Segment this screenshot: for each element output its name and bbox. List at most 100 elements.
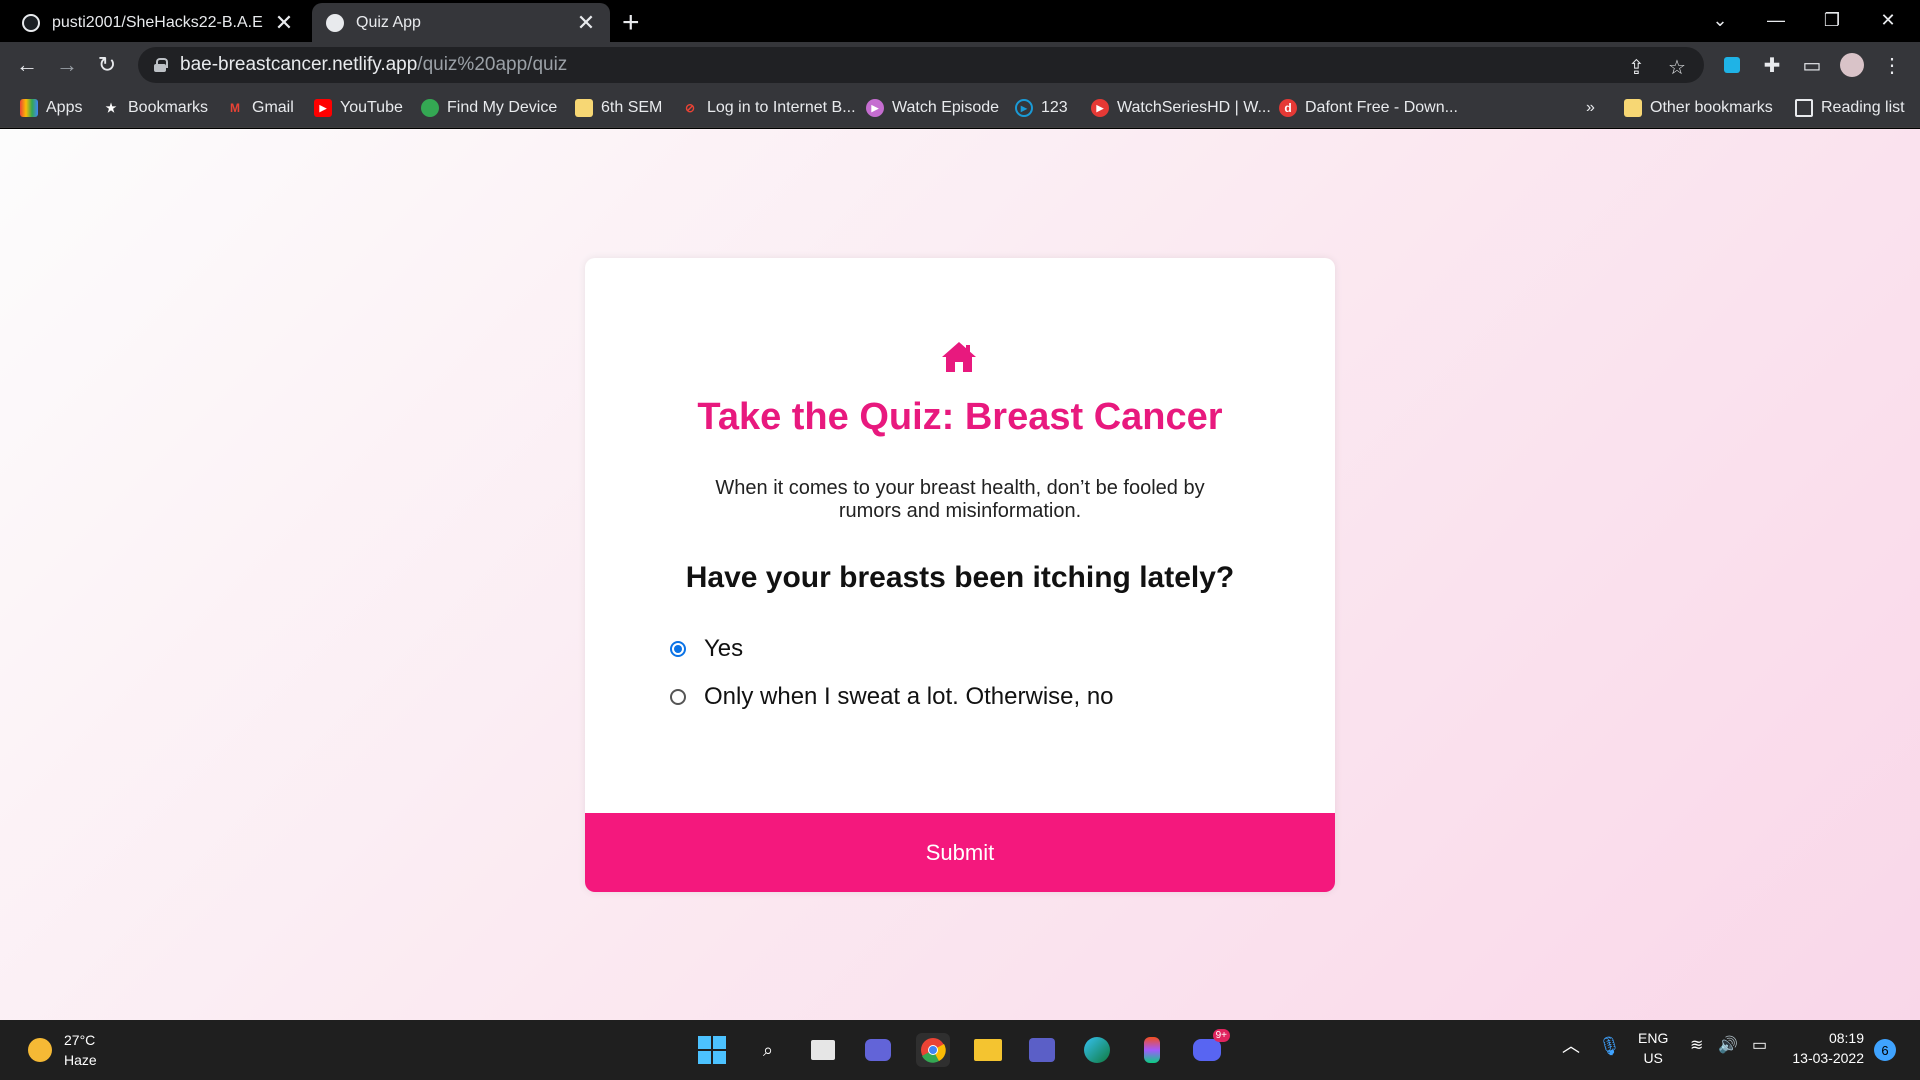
bookmark-label: WatchSeriesHD | W... xyxy=(1117,99,1271,116)
quiz-card: Take the Quiz: Breast Cancer When it com… xyxy=(585,258,1335,892)
search-icon[interactable]: ⌕ xyxy=(751,1033,785,1067)
gmail-icon: M xyxy=(230,101,240,115)
link-icon: ⊘ xyxy=(684,101,696,115)
bookmark-label: Watch Episode xyxy=(892,99,1000,116)
bookmark-other-bookmarks[interactable]: Other bookmarks xyxy=(1624,96,1773,120)
bookmark-watchserieshd[interactable]: ▶ WatchSeriesHD | W... xyxy=(1091,96,1271,120)
chrome-icon[interactable] xyxy=(916,1033,950,1067)
bookmark-watch-episode[interactable]: ▶ Watch Episode xyxy=(866,96,999,120)
bookmark-find-my-device[interactable]: Find My Device xyxy=(421,96,557,120)
battery-icon[interactable]: ▭ xyxy=(1752,1036,1767,1056)
apps-grid-icon xyxy=(20,99,38,117)
bookmark-internet-login[interactable]: ⊘ Log in to Internet B... xyxy=(681,96,856,120)
option-label: Only when I sweat a lot. Otherwise, no xyxy=(704,683,1114,710)
submit-button[interactable]: Submit xyxy=(585,813,1335,892)
tab-github[interactable]: pusti2001/SheHacks22-B.A.E ✕ xyxy=(8,3,308,42)
reading-list-button[interactable]: Reading list xyxy=(1795,96,1905,120)
discord-icon[interactable]: 9+ xyxy=(1190,1029,1230,1067)
reload-button[interactable]: ↻ xyxy=(92,50,122,80)
region-code: US xyxy=(1643,1050,1663,1066)
tab-search-icon[interactable]: ⌄ xyxy=(1692,0,1748,40)
bookmark-6th-sem[interactable]: 6th SEM xyxy=(575,96,662,120)
bookmark-label: 123 xyxy=(1041,99,1068,116)
overflow-label: » xyxy=(1586,99,1595,116)
github-icon xyxy=(22,13,40,32)
clock[interactable]: 08:19 13-03-2022 xyxy=(1788,1028,1864,1068)
extension-icon[interactable] xyxy=(1720,53,1744,77)
bookmark-label: Other bookmarks xyxy=(1650,99,1773,116)
page-viewport: Take the Quiz: Breast Cancer When it com… xyxy=(0,129,1920,1020)
edge-icon[interactable] xyxy=(1080,1033,1114,1067)
browser-toolbar: ← → ↻ bae-breastcancer.netlify.app/quiz%… xyxy=(0,42,1920,88)
bookmarks-bar: Apps ★ Bookmarks M Gmail ▶ YouTube Find … xyxy=(0,88,1920,128)
option-label: Yes xyxy=(704,635,744,662)
close-window-button[interactable]: ✕ xyxy=(1860,0,1916,40)
bookmark-apps[interactable]: Apps xyxy=(20,96,82,120)
language-code: ENG xyxy=(1638,1030,1669,1046)
bookmark-youtube[interactable]: ▶ YouTube xyxy=(314,96,403,120)
wifi-icon[interactable]: ≋ xyxy=(1690,1036,1703,1056)
sun-icon xyxy=(28,1038,52,1062)
new-tab-button[interactable]: + xyxy=(622,6,640,40)
task-view-icon[interactable] xyxy=(806,1033,840,1067)
close-tab-icon[interactable]: ✕ xyxy=(274,10,294,36)
bookmark-label: Reading list xyxy=(1821,99,1905,116)
bookmark-123[interactable]: ▶ 123 xyxy=(1015,96,1068,120)
question-text: Have your breasts been itching lately? xyxy=(685,561,1235,594)
folder-icon xyxy=(575,99,593,117)
microphone-icon[interactable]: 🎙 xyxy=(1598,1036,1621,1056)
radio-button[interactable] xyxy=(670,689,686,705)
bookmark-label: YouTube xyxy=(340,99,403,116)
quiz-intro: When it comes to your breast health, don… xyxy=(715,477,1205,522)
bookmark-label: Find My Device xyxy=(447,99,558,116)
close-tab-icon[interactable]: ✕ xyxy=(576,10,596,36)
figma-icon[interactable] xyxy=(1135,1033,1169,1067)
taskbar: 27°C Haze ⌕ 9+ ︿ 🎙 ENG US ≋ 🔊 ▭ 08:19 13… xyxy=(0,1020,1920,1080)
reading-list-icon xyxy=(1795,99,1813,117)
clock-time: 08:19 xyxy=(1828,1030,1864,1046)
lock-icon xyxy=(154,58,168,72)
volume-icon[interactable]: 🔊 xyxy=(1718,1036,1738,1056)
home-icon[interactable] xyxy=(940,340,978,374)
address-bar[interactable]: bae-breastcancer.netlify.app/quiz%20app/… xyxy=(138,47,1704,83)
radio-button[interactable] xyxy=(670,641,686,657)
back-button[interactable]: ← xyxy=(12,50,42,80)
weather-condition: Haze xyxy=(64,1052,97,1068)
bookmark-bookmarks[interactable]: ★ Bookmarks xyxy=(102,96,208,120)
answer-option-yes[interactable]: Yes xyxy=(670,634,743,664)
url-path: /quiz%20app/quiz xyxy=(417,54,568,75)
temperature: 27°C xyxy=(64,1032,96,1048)
star-icon: ★ xyxy=(105,101,117,115)
bookmark-label: Gmail xyxy=(252,99,294,116)
bookmark-gmail[interactable]: M Gmail xyxy=(226,96,294,120)
bookmark-label: Apps xyxy=(46,99,83,116)
language-indicator[interactable]: ENG US xyxy=(1638,1028,1668,1068)
play-icon: ▶ xyxy=(1091,99,1109,117)
tab-quiz-app[interactable]: Quiz App ✕ xyxy=(312,3,610,42)
avatar[interactable] xyxy=(1840,53,1864,77)
puzzle-icon[interactable]: ✚ xyxy=(1760,53,1784,77)
chat-icon[interactable] xyxy=(861,1033,895,1067)
bookmark-dafont[interactable]: d Dafont Free - Down... xyxy=(1279,96,1458,120)
find-device-icon xyxy=(421,99,439,117)
bookmarks-overflow-button[interactable]: » xyxy=(1586,96,1595,120)
star-icon[interactable]: ☆ xyxy=(1668,55,1686,80)
file-explorer-icon[interactable] xyxy=(971,1033,1005,1067)
share-icon[interactable]: ⇪ xyxy=(1628,55,1645,80)
dafont-icon: d xyxy=(1279,99,1297,117)
teams-icon[interactable] xyxy=(1025,1033,1059,1067)
minimize-button[interactable]: — xyxy=(1748,0,1804,40)
bookmark-label: Log in to Internet B... xyxy=(707,99,856,116)
menu-icon[interactable]: ⋮ xyxy=(1880,53,1904,77)
forward-button[interactable]: → xyxy=(52,50,82,80)
cast-icon[interactable]: ▭ xyxy=(1800,53,1824,77)
discord-badge: 9+ xyxy=(1212,1029,1230,1042)
restore-button[interactable]: ❐ xyxy=(1804,0,1860,40)
play-circle-icon: ▶ xyxy=(1015,99,1033,117)
notification-badge[interactable]: 6 xyxy=(1874,1039,1896,1061)
tray-overflow-icon[interactable]: ︿ xyxy=(1562,1036,1580,1056)
answer-option-sweat[interactable]: Only when I sweat a lot. Otherwise, no xyxy=(670,682,1114,712)
url-host: bae-breastcancer.netlify.app xyxy=(180,54,418,75)
start-button[interactable] xyxy=(695,1033,729,1067)
weather-widget[interactable]: 27°C Haze xyxy=(28,1030,97,1070)
